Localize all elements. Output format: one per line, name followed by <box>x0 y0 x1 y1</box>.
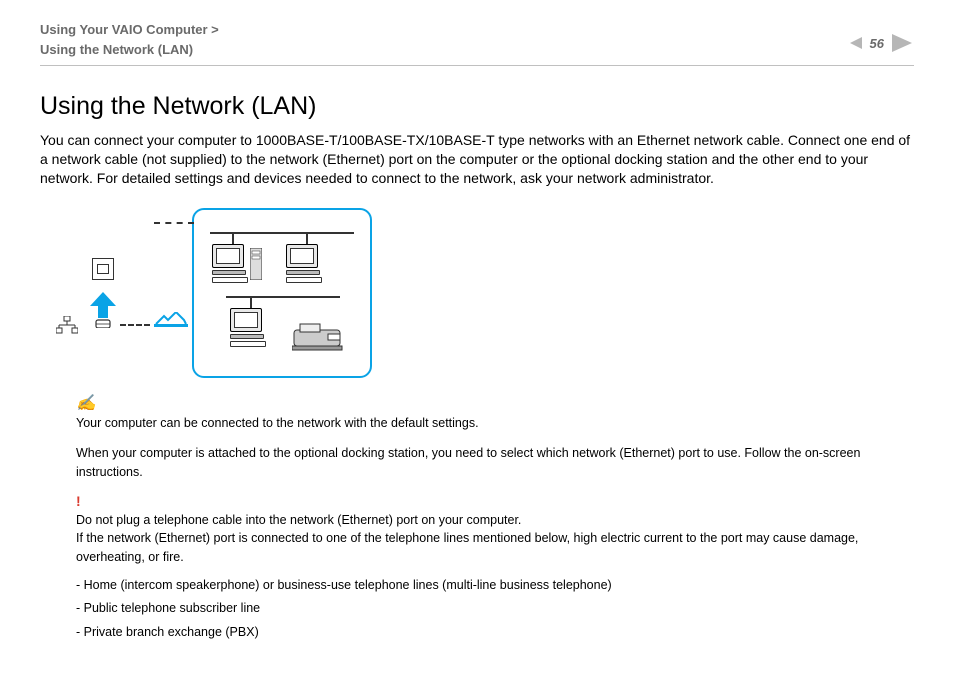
dashed-connector-icon <box>154 222 194 224</box>
page-number: 56 <box>870 36 884 51</box>
next-page-arrow-icon[interactable] <box>892 34 914 52</box>
warning-list: - Home (intercom speakerphone) or busine… <box>76 574 914 645</box>
notes-section: ✍ Your computer can be connected to the … <box>76 396 914 645</box>
list-item: - Public telephone subscriber line <box>76 597 914 621</box>
note-line-1: Your computer can be connected to the ne… <box>76 414 914 432</box>
bus-line-icon <box>226 296 340 298</box>
intro-paragraph: You can connect your computer to 1000BAS… <box>40 131 914 188</box>
breadcrumb-line-2: Using the Network (LAN) <box>40 40 219 60</box>
tower-icon <box>250 248 262 280</box>
note-icon: ✍ <box>76 396 914 412</box>
modem-icon <box>154 312 188 333</box>
drop-line-icon <box>306 232 308 244</box>
page-title: Using the Network (LAN) <box>40 92 914 121</box>
warning-icon: ! <box>76 493 914 509</box>
list-item: - Private branch exchange (PBX) <box>76 621 914 645</box>
arrow-up-icon <box>90 292 116 328</box>
drop-line-icon <box>232 232 234 244</box>
dashed-line-icon <box>120 324 150 326</box>
printer-icon <box>292 320 348 357</box>
ethernet-port-icon <box>92 258 114 280</box>
computer-icon <box>286 244 330 286</box>
port-and-arrow-group <box>90 258 116 328</box>
warning-line-2: If the network (Ethernet) port is connec… <box>76 531 858 563</box>
computer-icon <box>230 308 274 350</box>
network-symbol-icon <box>56 316 78 339</box>
breadcrumb: Using Your VAIO Computer > Using the Net… <box>40 20 219 59</box>
network-box <box>192 208 372 378</box>
warning-line-1: Do not plug a telephone cable into the n… <box>76 513 521 527</box>
breadcrumb-line-1: Using Your VAIO Computer > <box>40 20 219 40</box>
list-item: - Home (intercom speakerphone) or busine… <box>76 574 914 598</box>
note-line-2: When your computer is attached to the op… <box>76 444 914 482</box>
warning-text: Do not plug a telephone cable into the n… <box>76 511 914 565</box>
prev-page-arrow-icon[interactable] <box>848 37 862 49</box>
network-diagram <box>90 208 914 378</box>
pager: 56 <box>848 20 914 52</box>
page-header: Using Your VAIO Computer > Using the Net… <box>40 20 914 66</box>
